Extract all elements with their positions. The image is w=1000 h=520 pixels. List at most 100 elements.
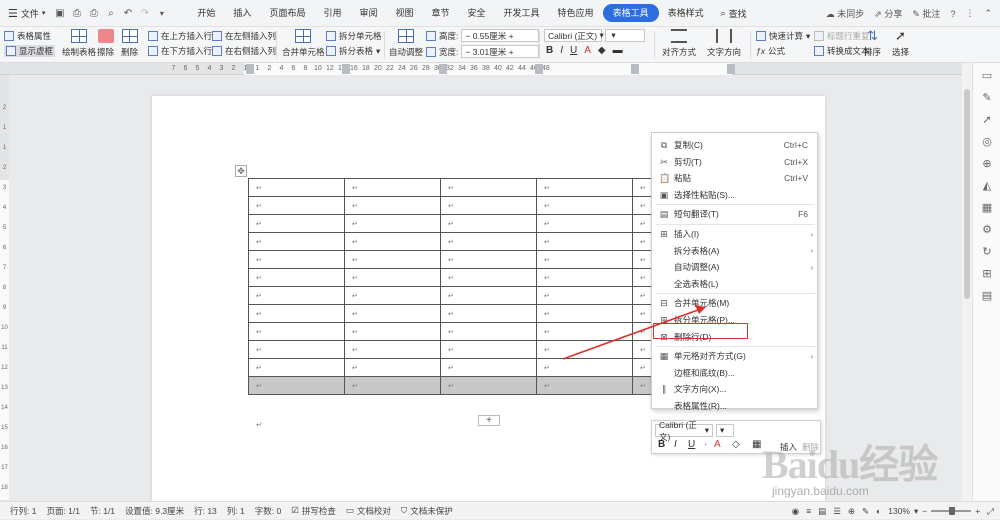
file-menu[interactable]: ☰ 文件 ▾ — [6, 7, 51, 20]
table-cell[interactable]: ↵ — [440, 340, 537, 359]
tab-9[interactable]: 特色应用 — [549, 4, 603, 22]
table-cell[interactable]: ↵ — [248, 178, 345, 197]
width-input[interactable]: − 3.01厘米 + — [461, 45, 540, 58]
highlight-icon[interactable]: ◆ — [598, 45, 606, 56]
table-cell[interactable]: ↵ — [536, 358, 633, 377]
document-icon[interactable]: ▤ — [980, 289, 994, 303]
table-icon[interactable]: ▦ — [980, 201, 994, 215]
convert-text-button[interactable]: 转换成文本 — [814, 45, 870, 57]
table-cell[interactable]: ↵ — [440, 268, 537, 287]
redo-icon[interactable]: ↷ — [139, 8, 150, 19]
mini-bold-button[interactable]: B — [658, 439, 665, 450]
context-menu-item[interactable]: ▤ 短句翻译(T) F6 — [652, 206, 819, 222]
table-cell[interactable]: ↵ — [440, 286, 537, 305]
table-cell[interactable]: ↵ — [536, 268, 633, 287]
context-menu-item[interactable]: 拆分表格(A) › — [652, 243, 819, 259]
tab-11[interactable]: 表格样式 — [659, 4, 713, 22]
auto-adjust-button[interactable]: 自动调整 — [389, 29, 423, 58]
insert-above-button[interactable]: 在上方插入行 — [148, 30, 212, 42]
context-menu-item[interactable]: ▣ 选择性粘贴(S)... — [652, 187, 819, 203]
context-menu-item[interactable]: ⧉ 复制(C) Ctrl+C — [652, 137, 819, 153]
show-gridlines-button[interactable]: 显示虚框 — [4, 45, 56, 57]
table-cell[interactable]: ↵ — [440, 322, 537, 341]
delete-button[interactable]: 删除 — [121, 29, 138, 58]
undo-icon[interactable]: ↶ — [122, 8, 133, 19]
print-preview-icon[interactable]: ⌕ — [105, 8, 116, 19]
table-cell[interactable]: ↵ — [536, 232, 633, 251]
table-cell[interactable]: ↵ — [248, 358, 345, 377]
height-input[interactable]: − 0.55厘米 + — [461, 29, 540, 42]
help-icon[interactable]: ? — [950, 9, 955, 19]
table-cell[interactable]: ↵ — [344, 196, 441, 215]
table-cell[interactable]: ↵ — [248, 268, 345, 287]
insert-right-button[interactable]: 在右侧插入列 — [212, 45, 276, 57]
table-cell[interactable]: ↵ — [248, 232, 345, 251]
context-menu-item[interactable]: ✂ 剪切(T) Ctrl+X — [652, 154, 819, 170]
fill-icon[interactable]: ◭ — [980, 179, 994, 193]
table-cell[interactable]: ↵ — [440, 358, 537, 377]
formula-button[interactable]: ƒx 公式 — [756, 45, 785, 57]
merge-cells-button[interactable]: 合并单元格 — [282, 29, 325, 58]
table-cell[interactable]: ↵ — [536, 304, 633, 323]
add-row-button[interactable]: + — [478, 415, 500, 426]
underline-button[interactable]: U — [570, 45, 577, 56]
tab-8[interactable]: 开发工具 — [495, 4, 549, 22]
context-menu-item[interactable]: 表格属性(R)... — [652, 398, 819, 414]
table-cell[interactable]: ↵ — [248, 340, 345, 359]
table-props-button[interactable]: 表格属性 — [4, 30, 51, 42]
italic-button[interactable]: I — [560, 45, 563, 56]
column-marker[interactable] — [342, 64, 350, 74]
table-cell[interactable]: ↵ — [344, 268, 441, 287]
sync-button[interactable]: ☁ 未同步 — [826, 7, 865, 20]
table-cell[interactable]: ↵ — [536, 178, 633, 197]
more-options-icon[interactable]: ⋮ — [965, 8, 974, 19]
table-cell[interactable]: ↵ — [248, 376, 345, 395]
mini-font-select[interactable]: Calibri (正文) ▾ — [655, 420, 713, 442]
table-cell[interactable]: ↵ — [536, 376, 633, 395]
status-words[interactable]: 字数: 0 — [255, 505, 281, 517]
proofread-button[interactable]: ▭ 文档校对 — [346, 505, 391, 517]
erase-button[interactable]: 擦除 — [97, 29, 114, 58]
table-cell[interactable]: ↵ — [536, 250, 633, 269]
table-cell[interactable]: ↵ — [344, 340, 441, 359]
settings-icon[interactable]: ⚙ — [980, 223, 994, 237]
table-cell[interactable]: ↵ — [440, 232, 537, 251]
insert-below-button[interactable]: 在下方插入行 — [148, 45, 212, 57]
protect-button[interactable]: ⛉ 文档未保护 — [401, 505, 453, 517]
tab-7[interactable]: 安全 — [459, 4, 495, 22]
toolbox-icon[interactable]: ⊞ — [980, 267, 994, 281]
spell-check-button[interactable]: ☑ 拼写检查 — [291, 505, 336, 517]
status-page[interactable]: 页面: 1/1 — [46, 505, 80, 517]
table-cell[interactable]: ↵ — [344, 178, 441, 197]
tab-2[interactable]: 页面布局 — [260, 4, 314, 22]
tab-5[interactable]: 视图 — [386, 4, 422, 22]
table-cell[interactable]: ↵ — [536, 322, 633, 341]
tab-1[interactable]: 插入 — [224, 4, 260, 22]
collapse-panel-icon[interactable]: ▭ — [980, 69, 994, 83]
table-cell[interactable]: ↵ — [440, 178, 537, 197]
font-color-icon[interactable]: A — [584, 45, 591, 56]
table-cell[interactable]: ↵ — [344, 358, 441, 377]
table-cell[interactable]: ↵ — [440, 196, 537, 215]
tab-10[interactable]: 表格工具 — [602, 4, 659, 22]
context-menu-item[interactable]: 自动调整(A) › — [652, 259, 819, 275]
mini-italic-button[interactable]: I — [674, 439, 677, 450]
context-menu-item[interactable]: ⊞ 插入(I) › — [652, 226, 819, 242]
horizontal-ruler[interactable]: 7654321124681012141618202224262830323436… — [0, 63, 962, 75]
quick-calc-button[interactable]: 快速计算 ▾ — [756, 30, 810, 42]
table-cell[interactable]: ↵ — [248, 214, 345, 233]
table-cell[interactable]: ↵ — [536, 214, 633, 233]
table-move-handle[interactable]: ✥ — [235, 165, 247, 177]
table-cell[interactable]: ↵ — [248, 196, 345, 215]
column-marker[interactable] — [246, 64, 254, 74]
sort-button[interactable]: ⇅ 排序 — [864, 29, 881, 58]
split-table-button[interactable]: 拆分表格 ▾ — [326, 45, 380, 57]
tab-0[interactable]: 开始 — [188, 4, 224, 22]
collapse-ribbon-icon[interactable]: ⌃ — [984, 8, 992, 19]
share-button[interactable]: ⇗ 分享 — [874, 7, 902, 20]
limit-icon[interactable]: ⊕ — [980, 157, 994, 171]
table-cell[interactable]: ↵ — [344, 304, 441, 323]
tab-4[interactable]: 审阅 — [350, 4, 386, 22]
table-cell[interactable]: ↵ — [440, 250, 537, 269]
mini-font-size-select[interactable]: ▾ — [716, 424, 734, 437]
